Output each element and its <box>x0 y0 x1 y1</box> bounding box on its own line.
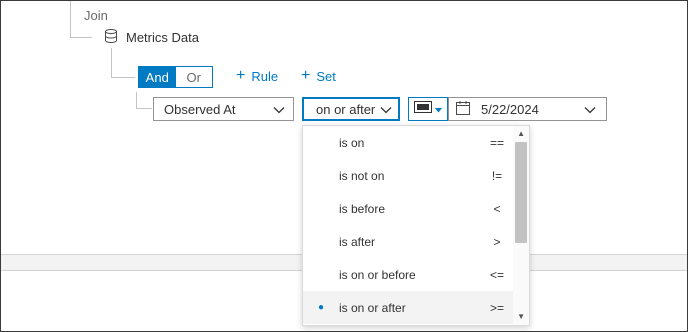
input-mode-icon <box>414 100 432 118</box>
chevron-down-icon <box>273 102 285 117</box>
plus-icon: + <box>301 67 311 84</box>
source-label: Metrics Data <box>126 30 199 45</box>
database-icon <box>103 28 119 44</box>
tree-line <box>136 92 137 109</box>
date-value[interactable]: 5/22/2024 <box>481 102 539 117</box>
operator-option-symbol: != <box>491 168 503 183</box>
field-select[interactable]: Observed At <box>153 97 294 121</box>
tree-line <box>136 108 152 109</box>
scrollbar-thumb[interactable] <box>515 142 527 243</box>
operator-option-label: is on <box>339 135 365 150</box>
operator-option-label: is not on <box>339 168 385 183</box>
tree-line <box>111 48 112 78</box>
caret-down-icon <box>435 100 442 118</box>
operator-select[interactable]: on or after <box>302 97 400 121</box>
add-rule-label: Rule <box>251 68 279 84</box>
date-picker[interactable]: 5/22/2024 <box>448 97 607 121</box>
scroll-down-icon[interactable]: ▼ <box>517 312 525 321</box>
operator-select-value: on or after <box>316 101 376 117</box>
tree-line <box>111 77 135 78</box>
field-select-value: Observed At <box>164 101 236 117</box>
operator-option-label: is before <box>339 201 386 216</box>
logic-or-option[interactable]: Or <box>176 67 213 87</box>
operator-option-is-not-on[interactable]: is not on != <box>303 159 515 192</box>
operator-option-symbol: < <box>493 201 501 216</box>
selected-dot-icon: ● <box>317 302 325 313</box>
operator-option-symbol: >= <box>489 300 504 315</box>
tree-line <box>70 1 71 38</box>
join-label: Join <box>84 8 108 23</box>
add-set-button[interactable]: + Set <box>301 68 336 84</box>
operator-option-symbol: > <box>493 234 501 249</box>
calendar-icon <box>455 100 471 119</box>
chevron-down-icon <box>380 102 392 117</box>
operator-option-is-before[interactable]: is before < <box>303 192 515 225</box>
tree-line <box>70 37 92 38</box>
operator-option-is-on[interactable]: is on == <box>303 126 515 159</box>
logic-and-option[interactable]: And <box>139 67 176 87</box>
scroll-up-icon[interactable]: ▲ <box>517 129 525 138</box>
chevron-down-icon[interactable] <box>584 102 596 117</box>
operator-option-label: is on or before <box>339 267 416 282</box>
operator-option-is-on-or-before[interactable]: is on or before <= <box>303 258 515 291</box>
plus-icon: + <box>236 67 246 84</box>
operator-dropdown[interactable]: is on == is not on != is before < is aft… <box>302 125 530 326</box>
value-type-button[interactable] <box>408 97 448 121</box>
operator-option-is-after[interactable]: is after > <box>303 225 515 258</box>
operator-option-is-on-or-after[interactable]: ● is on or after >= <box>303 291 515 324</box>
add-rule-button[interactable]: + Rule <box>236 68 278 84</box>
dropdown-scrollbar[interactable]: ▲ ▼ <box>513 126 529 325</box>
logic-toggle[interactable]: And Or <box>138 66 213 88</box>
operator-option-symbol: <= <box>489 267 504 282</box>
operator-option-label: is after <box>339 234 376 249</box>
operator-option-label: is on or after <box>339 300 406 315</box>
add-set-label: Set <box>316 68 336 84</box>
operator-option-symbol: == <box>489 135 504 150</box>
